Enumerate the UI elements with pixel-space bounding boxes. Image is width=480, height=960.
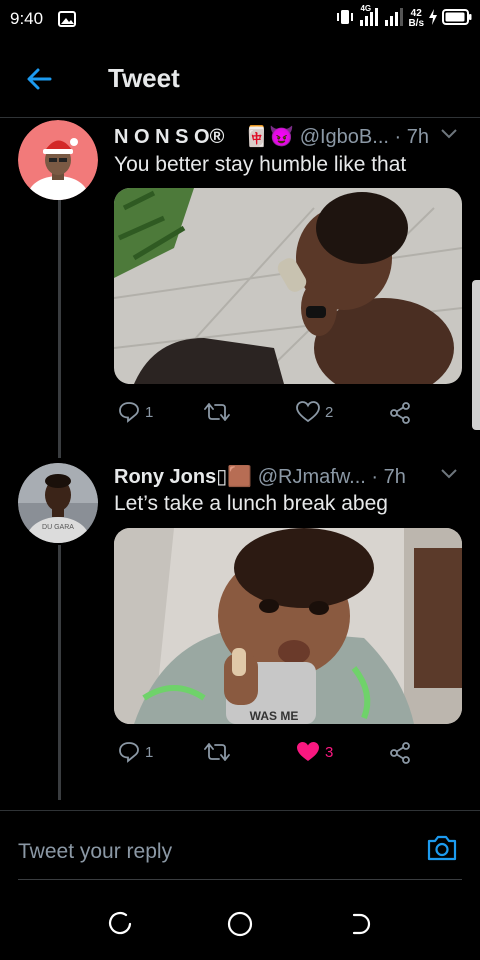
thread-connector-line — [58, 200, 61, 458]
reply-count: 1 — [145, 403, 154, 421]
retweet-icon — [204, 403, 230, 421]
display-name[interactable]: Rony Jons — [114, 466, 216, 488]
retweet-button[interactable] — [204, 741, 235, 763]
gallery-notification-icon — [58, 11, 76, 32]
tweet-text: Let’s take a lunch break abeg — [114, 492, 388, 515]
arrow-left-icon — [27, 68, 52, 90]
tweet-header: N O N S O® 🀄😈 @IgboB... · 7h — [114, 124, 429, 149]
recent-apps-icon — [109, 911, 132, 935]
divider — [0, 810, 480, 811]
signal-icon — [384, 7, 404, 32]
home-button[interactable] — [226, 910, 256, 940]
reply-icon — [119, 742, 139, 763]
heart-icon — [296, 401, 320, 423]
reply-input[interactable]: Tweet your reply — [18, 832, 462, 880]
system-back-button[interactable] — [346, 910, 376, 940]
charging-icon — [428, 8, 438, 30]
user-handle[interactable]: @RJmafw... — [258, 466, 366, 488]
display-name[interactable]: N O N S O® — [114, 126, 244, 148]
reply-button[interactable]: 1 — [118, 741, 153, 763]
camera-icon — [427, 835, 457, 861]
tweet-text: You better stay humble like that — [114, 153, 407, 176]
like-count: 2 — [325, 403, 334, 421]
svg-text:DU GARA: DU GARA — [42, 524, 74, 531]
avatar[interactable] — [18, 120, 98, 200]
back-button[interactable] — [24, 64, 60, 94]
recent-apps-button[interactable] — [106, 910, 136, 940]
chevron-down-icon[interactable] — [440, 128, 458, 140]
retweet-button[interactable] — [204, 401, 235, 423]
top-app-bar: Tweet — [0, 38, 480, 118]
page-title: Tweet — [108, 63, 180, 93]
like-button[interactable]: 3 — [296, 741, 333, 763]
reply-count: 1 — [145, 743, 154, 761]
network-speed: 42 B/s — [408, 8, 424, 29]
tweet-actions: 1 3 — [118, 741, 418, 767]
tweet-time: · 7h — [394, 126, 429, 148]
tweet-time: · 7h — [371, 466, 406, 488]
back-nav-icon — [352, 913, 371, 935]
signal-4g-icon: 4G — [358, 3, 380, 33]
tweet-actions: 1 2 — [118, 401, 418, 427]
reply-placeholder: Tweet your reply — [18, 840, 173, 863]
tweet-image[interactable] — [114, 188, 462, 384]
share-button[interactable] — [388, 401, 412, 425]
status-time: 9:40 — [10, 9, 44, 28]
tweet-header: Rony Jons▯🟫 @RJmafw... · 7h — [114, 464, 406, 489]
chevron-down-icon[interactable] — [440, 468, 458, 480]
network-type: 4G — [360, 3, 372, 13]
heart-filled-icon — [297, 742, 319, 761]
svg-text:WAS ME: WAS ME — [250, 709, 299, 723]
name-emojis: ▯🟫 — [216, 466, 253, 488]
reply-button[interactable]: 1 — [118, 401, 153, 423]
like-count: 3 — [325, 743, 334, 761]
share-button[interactable] — [388, 741, 412, 765]
reply-icon — [119, 402, 139, 423]
camera-button[interactable] — [426, 834, 460, 864]
share-icon — [390, 742, 410, 764]
scrollbar-thumb[interactable] — [472, 280, 480, 430]
thread-connector-line — [58, 545, 61, 800]
avatar[interactable]: DU GARA — [18, 463, 98, 543]
status-bar: 9:40 4G 42 B/s — [0, 0, 480, 38]
tweet-image[interactable]: WAS ME — [114, 528, 462, 724]
like-button[interactable]: 2 — [296, 401, 333, 423]
user-handle[interactable]: @IgboB... — [300, 126, 389, 148]
name-emojis: 🀄😈 — [244, 126, 295, 148]
home-circle-icon — [227, 911, 253, 937]
retweet-icon — [204, 743, 230, 761]
share-icon — [390, 402, 410, 424]
system-nav-bar — [0, 890, 480, 960]
vibrate-icon — [336, 9, 354, 30]
battery-icon — [442, 8, 472, 31]
